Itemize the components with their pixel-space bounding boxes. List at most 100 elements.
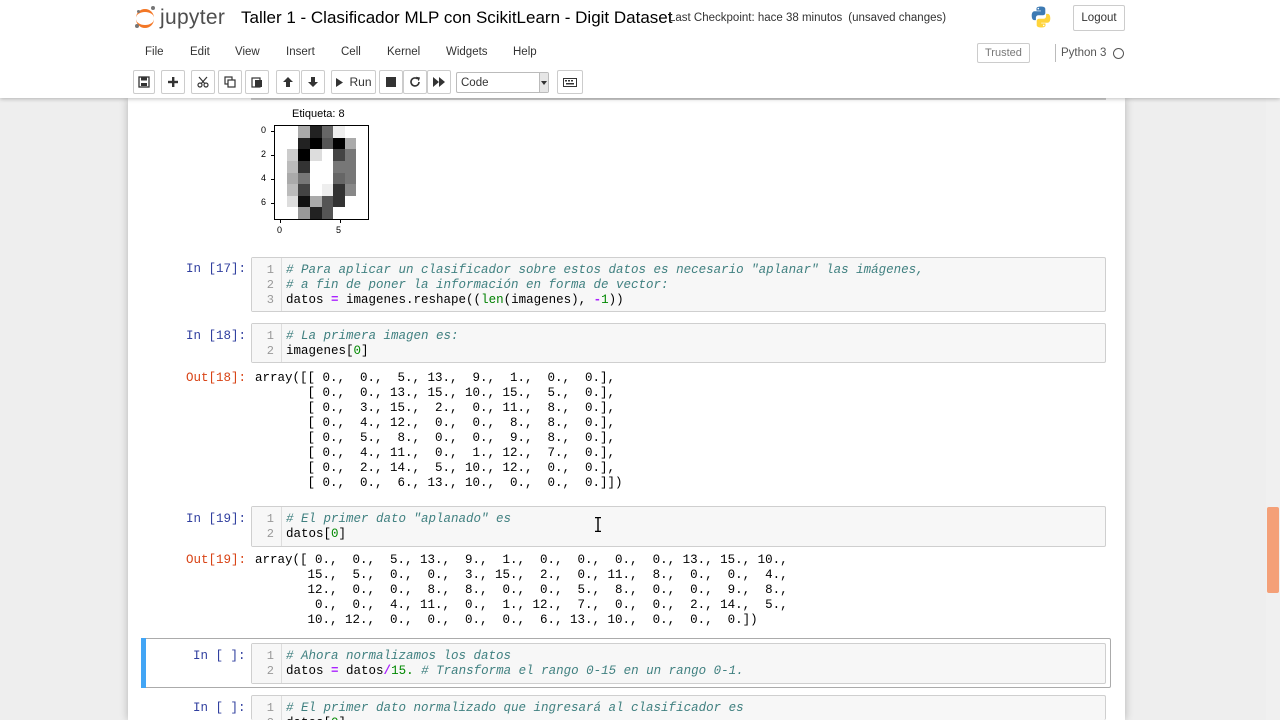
code-cell-18[interactable]: 1 # La primera imagen es: 2 imagenes[0] [251, 323, 1106, 363]
digit-pixel [333, 137, 346, 150]
x-tick [340, 220, 341, 223]
copy-button[interactable] [218, 70, 242, 94]
y-tick-label: 6 [261, 197, 267, 207]
digit-pixel [275, 126, 287, 138]
digit-pixel [275, 207, 287, 220]
unsaved-changes-text: (unsaved changes) [848, 12, 947, 24]
y-tick-label: 0 [261, 125, 267, 135]
digit-pixel [333, 160, 346, 173]
cut-icon [197, 76, 209, 88]
code-cell-normalize[interactable]: 1 # Ahora normalizamos los datos 2 datos =… [251, 643, 1106, 684]
cell-output: array([ 0., 0., 5., 13., 9., 1., 0., 0.,… [255, 553, 788, 627]
restart-run-all-button[interactable] [427, 70, 451, 94]
menu-insert[interactable]: Insert [286, 46, 315, 58]
digit-pixel [344, 184, 357, 197]
scrollbar-track[interactable] [1266, 98, 1280, 720]
menu-widgets[interactable]: Widgets [446, 46, 488, 58]
cell-type-value: Code [461, 76, 489, 89]
digit-pixel [356, 184, 369, 197]
cell-output: array([[ 0., 0., 5., 13., 9., 1., 0., 0.… [255, 371, 623, 490]
code-line: datos = datos/15. # Transforma el rango … [286, 664, 744, 678]
digit-pixel [286, 184, 299, 197]
digit-pixel [309, 160, 322, 173]
digit-pixel [298, 160, 311, 173]
digit-pixel [298, 195, 311, 208]
menu-cell[interactable]: Cell [341, 46, 361, 58]
digit-pixel [298, 172, 311, 185]
digit-pixel [356, 195, 369, 208]
digit-pixel [286, 172, 299, 185]
kernel-name[interactable]: Python 3 [1061, 47, 1106, 59]
logout-button[interactable]: Logout [1073, 5, 1125, 31]
trusted-indicator[interactable]: Trusted [977, 43, 1030, 63]
run-icon [336, 77, 344, 87]
move-down-button[interactable] [301, 70, 325, 94]
digit-pixel [275, 195, 287, 208]
digit-pixel [309, 126, 322, 138]
digit-pixel [309, 207, 322, 220]
code-line: # Para aplicar un clasificador sobre est… [286, 263, 924, 277]
code-cell-last[interactable]: 1 # El primer dato normalizado que ingres… [251, 695, 1106, 720]
insert-cell-button[interactable] [161, 70, 185, 94]
input-prompt: In [17]: [186, 262, 247, 276]
code-line: # Ahora normalizamos los datos [286, 649, 512, 663]
save-button[interactable] [133, 70, 155, 94]
code-line: # La primera imagen es: [286, 329, 459, 343]
python-logo-icon [1031, 6, 1051, 28]
digit-pixel [309, 195, 322, 208]
y-tick [271, 131, 274, 132]
menu-edit[interactable]: Edit [190, 46, 210, 58]
digit-pixel [344, 137, 357, 150]
chevron-down-icon [539, 73, 548, 92]
code-line: datos[0] [286, 527, 347, 541]
output-prompt: Out[18]: [186, 371, 247, 385]
digit-pixel [286, 126, 299, 138]
fast-forward-icon [432, 77, 445, 87]
notebook-title[interactable]: Taller 1 - Clasificador MLP con ScikitLe… [241, 8, 672, 28]
cut-button[interactable] [191, 70, 215, 94]
stop-icon [386, 77, 396, 87]
digit-pixel [286, 149, 299, 162]
digit-pixel [298, 137, 311, 150]
menu-file[interactable]: File [145, 46, 164, 58]
jupyter-logo[interactable]: jupyter [134, 5, 225, 31]
interrupt-button[interactable] [379, 70, 403, 94]
y-tick [271, 155, 274, 156]
digit-pixel [275, 149, 287, 162]
digit-pixel [321, 137, 334, 150]
digit-pixel [275, 160, 287, 173]
digit-pixel [356, 160, 369, 173]
cell-type-select[interactable]: Code [456, 72, 549, 93]
selected-cell-indicator [141, 638, 146, 688]
input-prompt: In [19]: [186, 512, 247, 526]
copy-icon [224, 76, 236, 88]
menu-view[interactable]: View [235, 46, 260, 58]
digit-pixel [321, 184, 334, 197]
digit-pixel [298, 207, 311, 220]
code-line: datos = imagenes.reshape((len(imagenes),… [286, 293, 624, 307]
digit-pixel [286, 137, 299, 150]
menu-help[interactable]: Help [513, 46, 537, 58]
jupyter-logo-text: jupyter [160, 6, 226, 29]
x-tick [280, 220, 281, 223]
run-button[interactable]: Run [331, 70, 376, 94]
paste-button[interactable] [245, 70, 269, 94]
restart-kernel-button[interactable] [403, 70, 427, 94]
digit-pixel [309, 184, 322, 197]
digit-pixel [286, 160, 299, 173]
notebook-header: jupyter Taller 1 - Clasificador MLP con … [0, 0, 1280, 98]
checkpoint-status: Last Checkpoint: hace 38 minutos (unsaved… [669, 12, 946, 24]
code-cell-17[interactable]: 1 # Para aplicar un clasificador sobre es… [251, 257, 1106, 312]
code-line: imagenes[0] [286, 344, 369, 358]
digit-pixel [298, 149, 311, 162]
scrollbar-thumb[interactable] [1267, 507, 1279, 593]
menu-kernel[interactable]: Kernel [387, 46, 420, 58]
digit-pixel [286, 207, 299, 220]
output-prompt: Out[19]: [186, 553, 247, 567]
move-up-button[interactable] [276, 70, 300, 94]
digit-pixel [321, 149, 334, 162]
command-palette-button[interactable] [557, 70, 583, 94]
digit-pixel [333, 126, 346, 138]
code-cell-19[interactable]: 1 # El primer dato "aplanado" es 2 datos[0… [251, 506, 1106, 547]
digit-pixel [333, 184, 346, 197]
